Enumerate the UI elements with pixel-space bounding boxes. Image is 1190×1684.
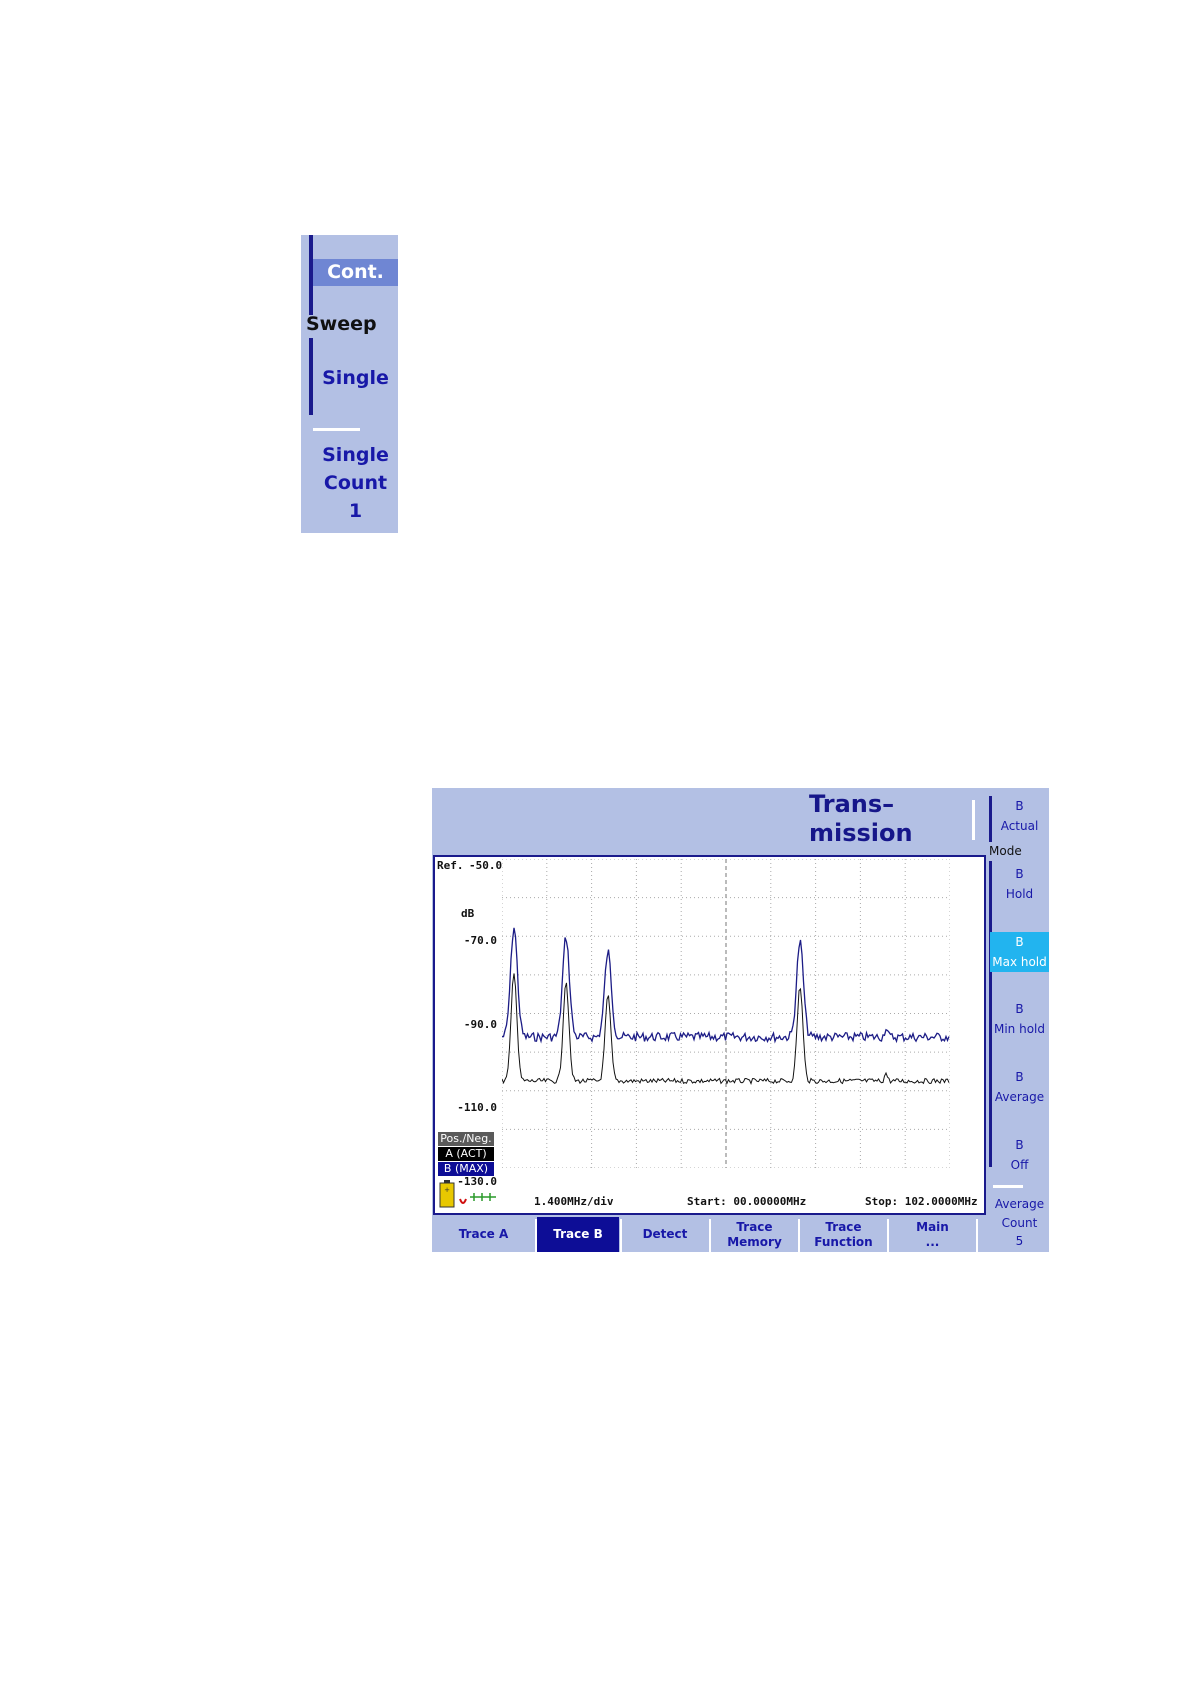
b-hold-softkey[interactable]: B Hold <box>990 864 1049 904</box>
tab-label-line1: Main <box>916 1219 949 1234</box>
stop-frequency: Stop: 102.0000MHz <box>865 1195 978 1208</box>
tab-label: Trace B <box>553 1227 603 1241</box>
b-minhold-line2: Min hold <box>993 1022 1045 1036</box>
single-count-line1: Single <box>322 444 389 466</box>
sweep-cont-button[interactable]: Cont. <box>313 259 398 286</box>
single-count-button[interactable]: Single Count 1 <box>313 441 398 525</box>
b-average-softkey[interactable]: B Average <box>990 1067 1049 1107</box>
start-frequency: Start: 00.00000MHz <box>687 1195 807 1208</box>
tab-separator <box>976 1219 978 1252</box>
plot-grid <box>502 859 950 1168</box>
single-count-value: 1 <box>348 500 363 522</box>
b-actual-line2: Actual <box>1000 819 1039 833</box>
y-tick-label: -70.0 <box>463 934 497 947</box>
b-off-line2: Off <box>1010 1158 1029 1172</box>
tab-label: Detect <box>642 1227 688 1241</box>
b-actual-softkey[interactable]: B Actual <box>990 796 1049 836</box>
tab-label: Trace A <box>458 1227 509 1241</box>
spectrum-plot <box>502 859 950 1168</box>
b-actual-line1: B <box>1015 799 1024 813</box>
avg-count-line1: Average <box>994 1197 1045 1211</box>
screen-title-line2: mission <box>809 819 913 847</box>
screen-title-line1: Trans– <box>809 790 895 818</box>
tab-label-line2: Function <box>814 1234 873 1249</box>
trace-b-badge: B (MAX) <box>438 1162 494 1176</box>
screen-title: Trans– mission <box>809 790 913 848</box>
tab-trace-function[interactable]: Trace Function <box>800 1217 887 1252</box>
sweep-single-button[interactable]: Single <box>313 367 398 389</box>
b-average-line1: B <box>1015 1070 1024 1084</box>
b-average-line2: Average <box>994 1090 1045 1104</box>
tab-trace-b[interactable]: Trace B <box>537 1217 619 1252</box>
tab-label-line1: Trace <box>736 1219 773 1234</box>
b-maxhold-line2: Max hold <box>992 955 1047 969</box>
softkey-separator <box>313 428 360 431</box>
ref-label: Ref. <box>437 859 464 872</box>
scale-label: 1.400MHz/div <box>534 1195 614 1208</box>
b-min-hold-softkey[interactable]: B Min hold <box>990 999 1049 1039</box>
bottom-tab-bar: Trace A Trace B Detect Trace Memory Trac… <box>432 1215 1049 1252</box>
tab-label-line2: Memory <box>727 1234 782 1249</box>
trace-a-badge: A (ACT) <box>438 1147 494 1161</box>
sweep-cont-label: Cont. <box>327 261 384 283</box>
spectrum-graph: Ref. -50.0 dB -70.0 -90.0 -110.0 Pos./Ne… <box>433 855 986 1215</box>
y-tick-label: -110.0 <box>457 1101 497 1114</box>
softkey-separator <box>993 1185 1023 1188</box>
single-count-line2: Count <box>323 472 388 494</box>
b-hold-line2: Hold <box>1005 887 1034 901</box>
ref-value: -50.0 <box>469 859 503 872</box>
b-off-softkey[interactable]: B Off <box>990 1135 1049 1175</box>
analyzer-screen: Trans– mission Ref. -50.0 dB -70.0 -90.0… <box>432 788 1049 1252</box>
b-hold-line1: B <box>1015 867 1024 881</box>
pos-neg-badge: Pos./Neg. <box>438 1132 494 1146</box>
y-tick-label: -90.0 <box>463 1018 497 1031</box>
unit-label: dB <box>461 907 475 920</box>
tab-trace-memory[interactable]: Trace Memory <box>711 1217 798 1252</box>
tab-main[interactable]: Main ... <box>889 1217 976 1252</box>
b-minhold-line1: B <box>1015 1002 1024 1016</box>
sweep-group-label: Sweep <box>306 313 377 335</box>
sweep-softkey-panel: Cont. Sweep Single Single Count 1 <box>301 235 398 533</box>
tab-label-line2: ... <box>925 1234 940 1249</box>
svg-text:+: + <box>444 1186 450 1194</box>
tab-detect[interactable]: Detect <box>622 1217 708 1252</box>
mode-label: Mode <box>989 844 1022 858</box>
tab-label-line1: Trace <box>825 1219 862 1234</box>
y-tick-label: -130.0 <box>457 1175 497 1188</box>
b-maxhold-line1: B <box>1015 935 1024 949</box>
sweep-single-label: Single <box>322 367 389 389</box>
b-max-hold-softkey[interactable]: B Max hold <box>990 932 1049 972</box>
title-divider <box>972 800 975 840</box>
b-off-line1: B <box>1015 1138 1024 1152</box>
tab-trace-a[interactable]: Trace A <box>432 1217 535 1252</box>
